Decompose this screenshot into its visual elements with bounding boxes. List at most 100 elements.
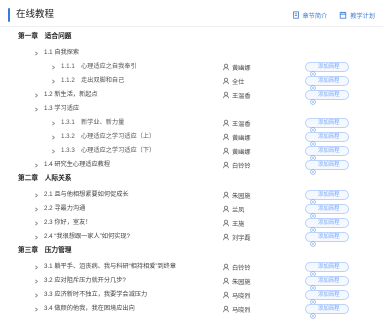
section-title[interactable]: 1.3 学习适应 — [44, 102, 79, 116]
add-lesson-button[interactable]: 添加简程 — [305, 132, 349, 147]
section-title[interactable]: 1.1 自我探索 — [44, 46, 79, 60]
lesson-title[interactable]: 1.1.2 走出双脚和自己 — [61, 74, 124, 88]
add-lesson-label: 添加简程 — [318, 234, 340, 240]
instructor-name: 王温香 — [232, 120, 251, 128]
section-row[interactable]: 1.3 学习适应 — [0, 102, 383, 116]
add-lesson-button[interactable]: 添加简程 — [305, 276, 349, 291]
instructor-name: 朱园施 — [232, 278, 251, 286]
add-lesson-button[interactable]: 添加简程 — [305, 290, 349, 305]
add-icon — [310, 92, 316, 105]
lesson-title[interactable]: 1.3.3 心理适应之学习适应（下） — [61, 144, 155, 158]
chapter-title: 第二章 人际关系 — [18, 175, 72, 182]
header-divider — [0, 26, 383, 27]
section-title[interactable]: 2.2 寻最力沟通 — [44, 202, 85, 216]
lesson-title[interactable]: 1.3.2 心理适应之学习适应（上） — [61, 130, 155, 144]
instructor: 兰凤 — [222, 204, 244, 214]
section-row[interactable]: 1.4 研究生心理适应教程 白铃铃 添加简程 — [0, 158, 383, 175]
title-accent-bar — [8, 8, 10, 22]
chevron-right-icon[interactable] — [34, 51, 39, 56]
add-lesson-button[interactable]: 添加简程 — [305, 90, 349, 105]
chevron-right-icon[interactable] — [34, 221, 39, 226]
add-lesson-button[interactable]: 添加简程 — [305, 118, 349, 133]
chevron-right-icon[interactable] — [34, 235, 39, 240]
instructor: 黄幽娜 — [222, 146, 251, 156]
section-title[interactable]: 3.2 应对阻斥压力就开分几步? — [44, 274, 126, 288]
instructor: 王施 — [222, 218, 244, 228]
section-title[interactable]: 2.3 你好，室友！ — [44, 216, 91, 230]
add-icon — [310, 148, 316, 161]
instructor: 全仕 — [222, 76, 244, 86]
section-row[interactable]: 1.1 自我探索 — [0, 46, 383, 60]
section-title[interactable]: 3.1 躺平手、沮丧病、我与科研“相持相爱”到终章 — [44, 260, 176, 274]
chapter-intro-link[interactable]: 章节简介 — [292, 11, 327, 20]
user-icon — [222, 291, 230, 299]
instructor-name: 黄幽娜 — [232, 64, 251, 72]
lesson-row[interactable]: 1.1.2 走出双脚和自己 全仕 添加简程 — [0, 74, 383, 91]
instructor-name: 王温香 — [232, 92, 251, 100]
chapter-title: 第一章 适合问题 — [18, 33, 72, 40]
chevron-right-icon[interactable] — [34, 293, 39, 298]
section-title[interactable]: 2.4 “我很想跟一家人”如何实现? — [44, 230, 130, 244]
chevron-right-icon[interactable] — [34, 265, 39, 270]
instructor-name: 兰凤 — [232, 206, 245, 214]
chevron-right-icon[interactable] — [34, 193, 39, 198]
chevron-right-icon[interactable] — [51, 79, 56, 84]
instructor-name: 朱园施 — [232, 192, 251, 200]
chevron-right-icon[interactable] — [51, 121, 56, 126]
chevron-right-icon[interactable] — [34, 207, 39, 212]
add-lesson-button[interactable]: 添加简程 — [305, 146, 349, 161]
add-lesson-button[interactable]: 添加简程 — [305, 160, 349, 175]
add-lesson-button[interactable]: 添加简程 — [305, 62, 349, 77]
add-icon — [310, 162, 316, 175]
chevron-right-icon[interactable] — [34, 307, 39, 312]
section-row[interactable]: 2.1 且与他相想紧要如何促成长 朱园施 添加简程 — [0, 188, 383, 205]
add-lesson-button[interactable]: 添加简程 — [305, 262, 349, 277]
section-row[interactable]: 1.2 新生活，新起点 王温香 添加简程 — [0, 88, 383, 105]
chevron-right-icon[interactable] — [51, 135, 56, 140]
add-lesson-label: 添加简程 — [318, 162, 340, 168]
section-title[interactable]: 1.2 新生活，新起点 — [44, 88, 98, 102]
instructor: 朱园施 — [222, 276, 251, 286]
add-lesson-button[interactable]: 添加简程 — [305, 190, 349, 205]
section-row[interactable]: 3.1 躺平手、沮丧病、我与科研“相持相爱”到终章 白铃铃 添加简程 — [0, 260, 383, 277]
chevron-right-icon[interactable] — [34, 163, 39, 168]
add-lesson-button[interactable]: 添加简程 — [305, 76, 349, 91]
chapter-title: 第三章 压力管理 — [18, 247, 72, 254]
chevron-right-icon[interactable] — [34, 107, 39, 112]
lesson-row[interactable]: 1.3.1 新学业、新力量 王温香 添加简程 — [0, 116, 383, 133]
section-row[interactable]: 2.4 “我很想跟一家人”如何实现? 刘宇磊 添加简程 — [0, 230, 383, 247]
add-lesson-button[interactable]: 添加简程 — [305, 304, 349, 319]
add-lesson-label: 添加简程 — [318, 64, 340, 70]
add-icon — [310, 306, 316, 319]
lesson-title[interactable]: 1.1.1 心理适应之自我奉引 — [61, 60, 137, 74]
lesson-row[interactable]: 1.3.3 心理适应之学习适应（下） 黄幽娜 添加简程 — [0, 144, 383, 161]
lesson-title[interactable]: 1.3.1 新学业、新力量 — [61, 116, 124, 130]
chevron-right-icon[interactable] — [34, 93, 39, 98]
add-lesson-label: 添加简程 — [318, 92, 340, 98]
section-title[interactable]: 2.1 且与他相想紧要如何促成长 — [44, 188, 129, 202]
add-lesson-label: 添加简程 — [318, 192, 340, 198]
instructor-name: 白铃铃 — [232, 264, 251, 272]
lesson-row[interactable]: 1.3.2 心理适应之学习适应（上） 黄幽娜 添加简程 — [0, 130, 383, 147]
section-row[interactable]: 2.2 寻最力沟通 兰凤 添加简程 — [0, 202, 383, 219]
section-row[interactable]: 2.3 你好，室友！ 王施 添加简程 — [0, 216, 383, 233]
instructor-name: 全仕 — [232, 78, 245, 86]
chevron-right-icon[interactable] — [51, 65, 56, 70]
lesson-row[interactable]: 1.1.1 心理适应之自我奉引 黄幽娜 添加简程 — [0, 60, 383, 77]
section-row[interactable]: 3.3 应济新时不独立，我要学会减压力 马晓烈 添加简程 — [0, 288, 383, 305]
chevron-right-icon[interactable] — [34, 279, 39, 284]
section-title[interactable]: 1.4 研究生心理适应教程 — [44, 158, 110, 172]
add-lesson-button[interactable]: 添加简程 — [305, 218, 349, 233]
teaching-plan-link[interactable]: 教学计划 — [339, 11, 375, 20]
section-row[interactable]: 3.4 做颜的他我，我在困境应出向 马晓烈 添加简程 — [0, 302, 383, 319]
add-lesson-button[interactable]: 添加简程 — [305, 232, 349, 247]
chevron-right-icon[interactable] — [51, 149, 56, 154]
add-lesson-label: 添加简程 — [318, 134, 340, 140]
section-row[interactable]: 3.2 应对阻斥压力就开分几步? 朱园施 添加简程 — [0, 274, 383, 291]
user-icon — [222, 263, 230, 271]
add-icon — [310, 120, 316, 133]
section-title[interactable]: 3.4 做颜的他我，我在困境应出向 — [44, 302, 135, 316]
section-title[interactable]: 3.3 应济新时不独立，我要学会减压力 — [44, 288, 147, 302]
add-lesson-button[interactable]: 添加简程 — [305, 204, 349, 219]
user-icon — [222, 219, 230, 227]
